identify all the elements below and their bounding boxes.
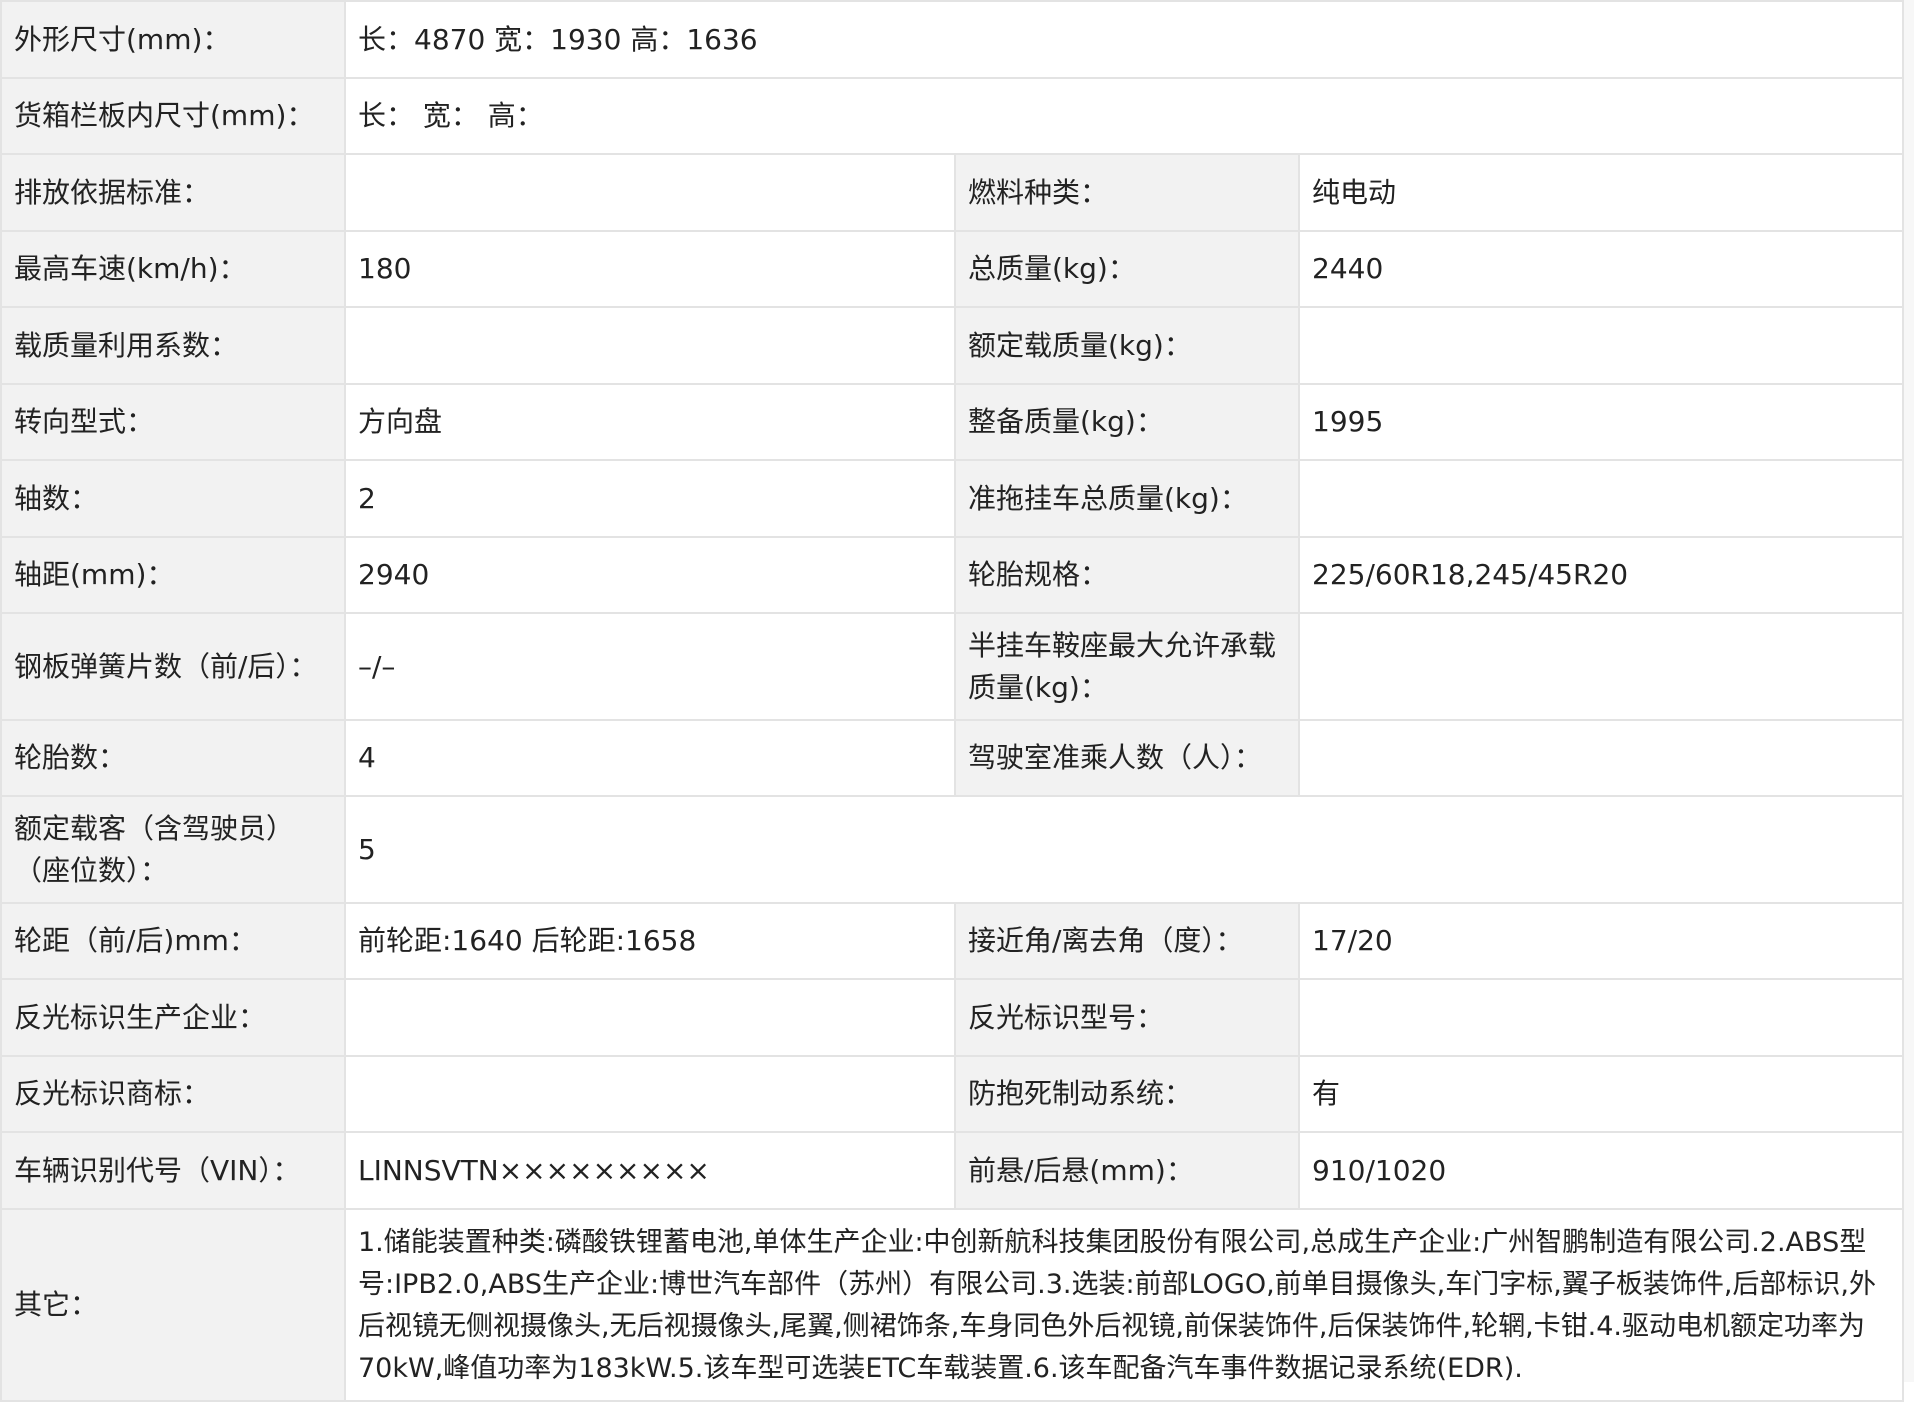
- value-trailer-mass: [1297, 459, 1905, 538]
- value-gross-mass: 2440: [1297, 230, 1905, 308]
- table-row: 反光标识生产企业： 反光标识型号：: [0, 978, 1905, 1057]
- value-reflector-brand: [344, 1055, 956, 1133]
- table-row: 额定载客（含驾驶员）（座位数）： 5: [0, 795, 1905, 904]
- value-cab-capacity: [1297, 719, 1905, 797]
- label-fuel-type: 燃料种类：: [954, 153, 1300, 232]
- value-track-width: 前轮距:1640 后轮距:1658: [344, 902, 956, 980]
- table-row: 钢板弹簧片数（前/后）： –/– 半挂车鞍座最大允许承载质量(kg)：: [0, 612, 1905, 721]
- spec-sheet: 外形尺寸(mm)： 长：4870 宽：1930 高：1636 货箱栏板内尺寸(m…: [0, 0, 1914, 1402]
- table-row: 外形尺寸(mm)： 长：4870 宽：1930 高：1636: [0, 0, 1905, 79]
- label-emission-standard: 排放依据标准：: [0, 153, 346, 232]
- label-wheelbase: 轴距(mm)：: [0, 536, 346, 614]
- label-tire-spec: 轮胎规格：: [954, 536, 1300, 614]
- table-row: 车辆识别代号（VIN）： LINNSVTN××××××××× 前悬/后悬(mm)…: [0, 1131, 1905, 1210]
- label-approach-departure-angle: 接近角/离去角（度）：: [954, 902, 1300, 980]
- value-reflector-model: [1297, 978, 1905, 1057]
- value-load-utilization: [344, 306, 956, 385]
- label-gross-mass: 总质量(kg)：: [954, 230, 1300, 308]
- label-cab-capacity: 驾驶室准乘人数（人）：: [954, 719, 1300, 797]
- label-rated-load: 额定载质量(kg)：: [954, 306, 1300, 385]
- label-track-width: 轮距（前/后)mm：: [0, 902, 346, 980]
- label-reflector-manufacturer: 反光标识生产企业：: [0, 978, 346, 1057]
- vehicle-spec-table: 外形尺寸(mm)： 长：4870 宽：1930 高：1636 货箱栏板内尺寸(m…: [0, 0, 1905, 1402]
- table-row: 转向型式： 方向盘 整备质量(kg)： 1995: [0, 383, 1905, 461]
- label-steering-type: 转向型式：: [0, 383, 346, 461]
- label-rated-passengers: 额定载客（含驾驶员）（座位数）：: [0, 795, 346, 904]
- value-wheelbase: 2940: [344, 536, 956, 614]
- table-row: 轮距（前/后)mm： 前轮距:1640 后轮距:1658 接近角/离去角（度）：…: [0, 902, 1905, 980]
- label-reflector-model: 反光标识型号：: [954, 978, 1300, 1057]
- table-row: 轴数： 2 准拖挂车总质量(kg)：: [0, 459, 1905, 538]
- value-cargo-box-dimensions: 长： 宽： 高：: [343, 77, 1905, 155]
- label-tire-count: 轮胎数：: [0, 719, 346, 797]
- value-tire-count: 4: [344, 719, 956, 797]
- value-dimensions: 长：4870 宽：1930 高：1636: [343, 0, 1905, 79]
- value-vin: LINNSVTN×××××××××: [344, 1131, 956, 1210]
- value-overhang: 910/1020: [1297, 1131, 1905, 1210]
- label-curb-mass: 整备质量(kg)：: [954, 383, 1300, 461]
- value-saddle-max-load: [1297, 612, 1905, 721]
- value-tire-spec: 225/60R18,245/45R20: [1297, 536, 1905, 614]
- table-row: 排放依据标准： 燃料种类： 纯电动: [0, 153, 1905, 232]
- label-reflector-brand: 反光标识商标：: [0, 1055, 346, 1133]
- value-approach-departure-angle: 17/20: [1297, 902, 1905, 980]
- label-trailer-mass: 准拖挂车总质量(kg)：: [954, 459, 1300, 538]
- value-reflector-manufacturer: [344, 978, 956, 1057]
- label-vin: 车辆识别代号（VIN）：: [0, 1131, 346, 1210]
- label-overhang: 前悬/后悬(mm)：: [954, 1131, 1300, 1210]
- label-load-utilization: 载质量利用系数：: [0, 306, 346, 385]
- label-other: 其它：: [0, 1208, 346, 1402]
- label-dimensions: 外形尺寸(mm)：: [0, 0, 346, 79]
- table-row: 载质量利用系数： 额定载质量(kg)：: [0, 306, 1905, 385]
- value-abs: 有: [1297, 1055, 1905, 1133]
- value-emission-standard: [344, 153, 956, 232]
- label-cargo-box-dimensions: 货箱栏板内尺寸(mm)：: [0, 77, 346, 155]
- value-rated-passengers: 5: [343, 795, 1905, 904]
- label-axle-count: 轴数：: [0, 459, 346, 538]
- label-saddle-max-load: 半挂车鞍座最大允许承载质量(kg)：: [954, 612, 1300, 721]
- table-row: 其它： 1.储能装置种类:磷酸铁锂蓄电池,单体生产企业:中创新航科技集团股份有限…: [0, 1208, 1905, 1402]
- table-row: 反光标识商标： 防抱死制动系统： 有: [0, 1055, 1905, 1133]
- table-row: 货箱栏板内尺寸(mm)： 长： 宽： 高：: [0, 77, 1905, 155]
- value-fuel-type: 纯电动: [1297, 153, 1905, 232]
- value-steering-type: 方向盘: [344, 383, 956, 461]
- value-leaf-spring-count: –/–: [344, 612, 956, 721]
- value-other-notes: 1.储能装置种类:磷酸铁锂蓄电池,单体生产企业:中创新航科技集团股份有限公司,总…: [343, 1208, 1905, 1402]
- label-max-speed: 最高车速(km/h)：: [0, 230, 346, 308]
- label-leaf-spring-count: 钢板弹簧片数（前/后）：: [0, 612, 346, 721]
- value-max-speed: 180: [344, 230, 956, 308]
- table-row: 最高车速(km/h)： 180 总质量(kg)： 2440: [0, 230, 1905, 308]
- value-axle-count: 2: [344, 459, 956, 538]
- label-abs: 防抱死制动系统：: [954, 1055, 1300, 1133]
- value-rated-load: [1297, 306, 1905, 385]
- value-curb-mass: 1995: [1297, 383, 1905, 461]
- table-row: 轮胎数： 4 驾驶室准乘人数（人）：: [0, 719, 1905, 797]
- table-row: 轴距(mm)： 2940 轮胎规格： 225/60R18,245/45R20: [0, 536, 1905, 614]
